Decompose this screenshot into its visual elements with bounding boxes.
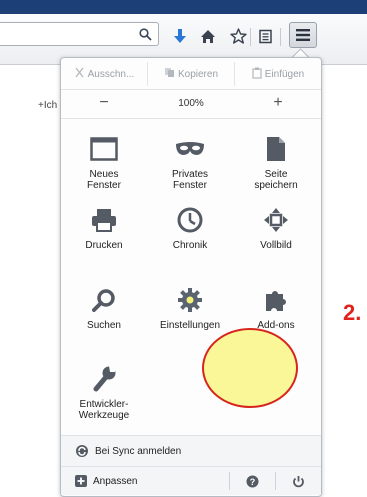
private-window-item[interactable]: Privates Fenster — [147, 133, 233, 191]
find-label: Suchen — [87, 320, 121, 331]
quit-button[interactable] — [276, 475, 321, 488]
fullscreen-icon — [259, 204, 293, 236]
hamburger-menu-icon — [296, 29, 310, 41]
help-button[interactable]: ? — [230, 475, 275, 488]
scissors-icon — [74, 67, 85, 81]
fullscreen-label: Vollbild — [260, 240, 292, 251]
clipboard-icon — [252, 67, 262, 82]
zoom-reset-button[interactable]: 100% — [147, 98, 235, 109]
step-number-label: 2. — [343, 300, 362, 325]
new-window-label: Neues Fenster — [87, 169, 121, 191]
page-side-text: +Ich — [38, 100, 58, 111]
plus-box-icon — [75, 475, 87, 487]
help-icon: ? — [246, 475, 259, 487]
magnifier-icon — [87, 284, 121, 316]
save-page-item[interactable]: Seite speichern — [233, 133, 319, 191]
zoom-controls: − 100% + — [61, 92, 321, 114]
settings-item[interactable]: Einstellungen — [147, 284, 233, 331]
settings-highlight — [202, 328, 298, 408]
menu-panel: Ausschn... Kopieren Einfügen − 100% + Ne… — [60, 57, 322, 497]
customize-label: Anpassen — [93, 475, 138, 487]
toolbar-separator — [250, 28, 251, 46]
history-item[interactable]: Chronik — [147, 204, 233, 251]
print-item[interactable]: Drucken — [61, 204, 147, 251]
history-label: Chronik — [172, 240, 208, 251]
bookmark-star-icon[interactable] — [228, 26, 248, 46]
fullscreen-item[interactable]: Vollbild — [233, 204, 319, 251]
edit-controls: Ausschn... Kopieren Einfügen — [61, 62, 321, 86]
home-icon[interactable] — [198, 26, 218, 46]
new-window-item[interactable]: Neues Fenster — [61, 133, 147, 191]
divider — [61, 118, 321, 119]
developer-tools-item[interactable]: Entwickler- Werkzeuge — [61, 363, 147, 421]
toolbar-separator — [280, 28, 281, 46]
mask-icon — [173, 133, 207, 165]
puzzle-piece-icon — [259, 284, 293, 316]
printer-icon — [87, 204, 121, 236]
settings-label: Einstellungen — [159, 320, 221, 331]
download-icon[interactable] — [170, 26, 190, 46]
url-bar[interactable] — [0, 22, 159, 46]
window-titlebar — [0, 0, 367, 14]
developer-tools-label: Entwickler- Werkzeuge — [78, 399, 130, 421]
paste-button[interactable]: Einfügen — [234, 62, 321, 86]
sync-icon — [75, 444, 89, 458]
page-icon — [259, 133, 293, 165]
copy-icon — [164, 67, 175, 81]
addons-label: Add-ons — [257, 320, 295, 331]
sync-button[interactable]: Bei Sync anmelden — [61, 436, 321, 466]
gear-icon — [173, 284, 207, 316]
divider — [61, 89, 321, 90]
find-item[interactable]: Suchen — [61, 284, 147, 331]
cut-button[interactable]: Ausschn... — [61, 62, 147, 86]
addons-item[interactable]: Add-ons — [233, 284, 319, 331]
search-icon[interactable] — [134, 23, 156, 45]
new-window-icon — [87, 133, 121, 165]
customize-button[interactable]: Anpassen — [61, 467, 229, 495]
hamburger-menu-button[interactable] — [289, 22, 317, 48]
zoom-out-button[interactable]: − — [61, 94, 147, 112]
svg-text:?: ? — [250, 477, 256, 487]
private-window-label: Privates Fenster — [171, 169, 209, 191]
footer-bar: Anpassen ? — [61, 467, 321, 495]
power-icon — [293, 475, 304, 487]
cut-label: Ausschn... — [87, 68, 135, 80]
bookmarks-list-icon[interactable] — [255, 26, 275, 46]
save-page-label: Seite speichern — [254, 169, 298, 191]
clock-icon — [173, 204, 207, 236]
sync-label: Bei Sync anmelden — [95, 445, 182, 457]
print-label: Drucken — [85, 240, 123, 251]
copy-label: Kopieren — [177, 68, 219, 80]
wrench-icon — [87, 363, 121, 395]
zoom-in-button[interactable]: + — [235, 94, 321, 112]
copy-button[interactable]: Kopieren — [147, 62, 234, 86]
paste-label: Einfügen — [264, 68, 305, 80]
